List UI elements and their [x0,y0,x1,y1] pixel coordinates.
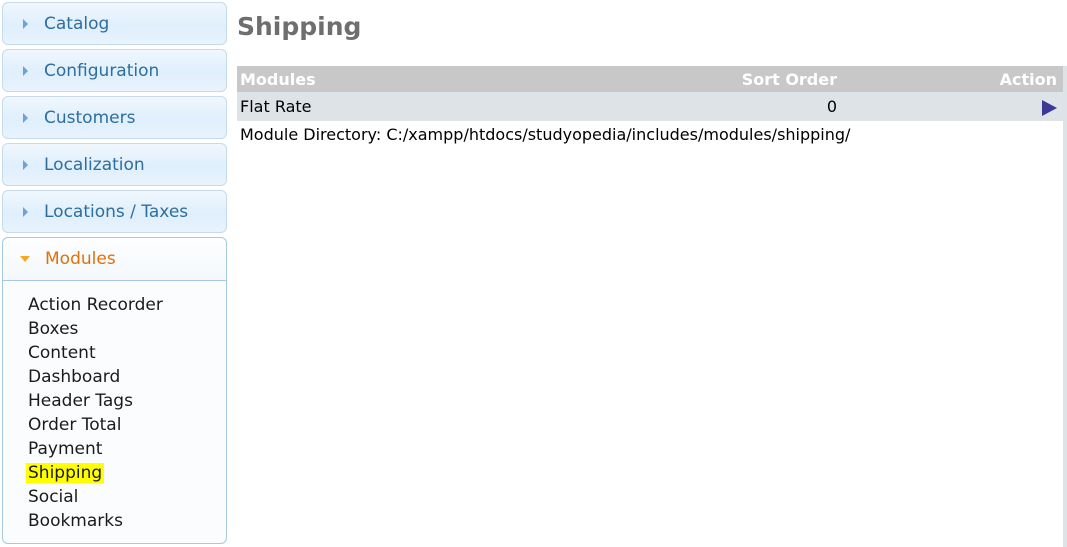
sidebar-section-customers[interactable]: Customers [2,96,227,139]
submenu-item-action-recorder[interactable]: Action Recorder [28,293,226,317]
module-name: Flat Rate [240,97,312,116]
col-header-sort-order: Sort Order [741,69,837,89]
caret-down-icon [20,256,30,262]
modules-submenu: Action Recorder Boxes Content Dashboard … [3,281,226,543]
section-label: Catalog [44,13,110,34]
action-cell [837,97,1065,116]
caret-right-icon [23,206,28,217]
submenu-item-payment[interactable]: Payment [28,437,226,461]
section-label: Localization [44,154,145,175]
sidebar: Catalog Configuration Customers Localiza… [2,2,227,544]
col-header-action: Action [999,69,1057,89]
submenu-item-header-tags[interactable]: Header Tags [28,389,226,413]
sort-order-value: 0 [826,97,837,116]
section-label: Configuration [44,60,160,81]
table-header: Modules Sort Order Action [237,66,1065,92]
module-directory: Module Directory: C:/xampp/htdocs/studyo… [240,125,851,144]
caret-right-icon [23,112,28,123]
modules-table: Modules Sort Order Action Flat Rate 0 Mo… [237,66,1065,144]
caret-right-icon [23,18,28,29]
submenu-item-shipping[interactable]: Shipping [26,461,226,485]
sidebar-section-modules[interactable]: Modules [3,238,226,281]
section-label: Locations / Taxes [44,201,189,222]
section-label: Customers [44,107,136,128]
sidebar-section-locations-taxes[interactable]: Locations / Taxes [2,190,227,233]
col-header-modules: Modules [240,69,316,89]
submenu-item-social[interactable]: Social [28,485,226,509]
right-border [1063,66,1067,547]
play-arrow-icon[interactable] [1042,99,1057,116]
submenu-item-bookmarks[interactable]: Bookmarks [28,509,226,533]
submenu-item-boxes[interactable]: Boxes [28,317,226,341]
main-content: Shipping Modules Sort Order Action Flat … [237,0,1067,144]
sidebar-section-localization[interactable]: Localization [2,143,227,186]
sidebar-section-configuration[interactable]: Configuration [2,49,227,92]
table-row[interactable]: Flat Rate 0 [237,92,1065,121]
page-title: Shipping [237,12,362,41]
submenu-item-dashboard[interactable]: Dashboard [28,365,226,389]
caret-right-icon [23,65,28,76]
submenu-item-content[interactable]: Content [28,341,226,365]
caret-right-icon [23,159,28,170]
section-label: Modules [45,249,116,269]
sidebar-section-catalog[interactable]: Catalog [2,2,227,45]
submenu-item-order-total[interactable]: Order Total [28,413,226,437]
sidebar-section-modules-panel: Modules Action Recorder Boxes Content Da… [2,237,227,544]
